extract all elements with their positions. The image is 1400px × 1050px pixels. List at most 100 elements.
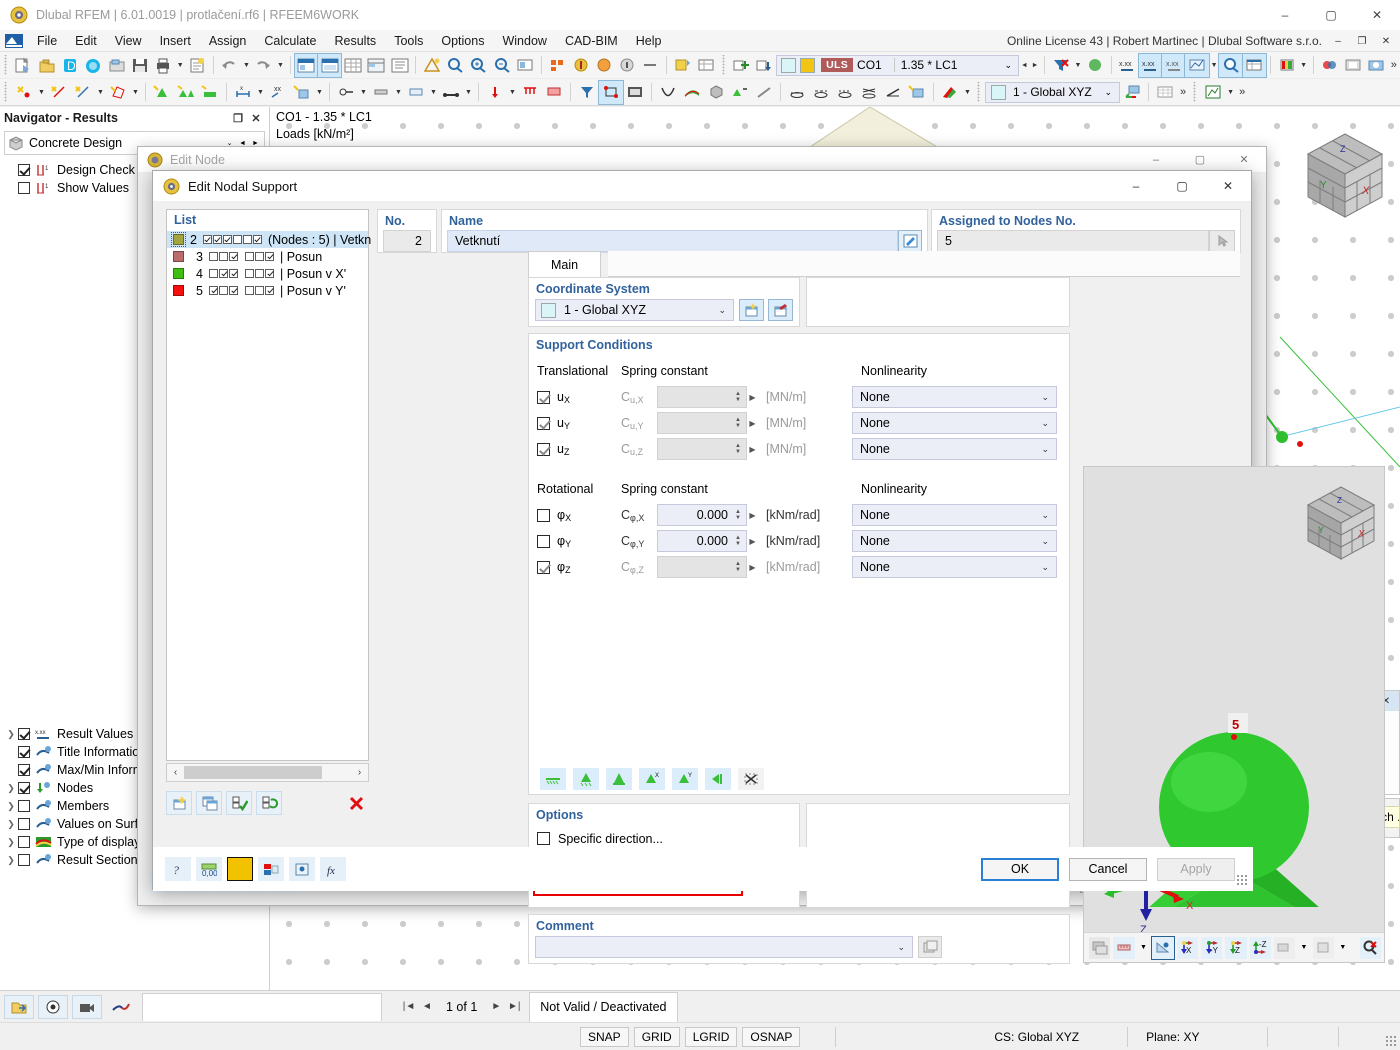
stress-diagram-icon[interactable]	[881, 81, 905, 104]
support-list-box[interactable]: List 2 (Nodes : 5) | Vetkn 3 | Posun 4 | Posu…	[166, 209, 371, 761]
navigator-item-checkbox[interactable]	[18, 800, 30, 812]
toolbar-grip-2[interactable]	[720, 55, 727, 75]
new-surface-caret[interactable]: ▼	[130, 81, 141, 104]
comment-input[interactable]: ⌄	[535, 936, 913, 958]
visibility-icon[interactable]	[38, 994, 68, 1019]
toolbar2-grip-2[interactable]	[976, 82, 982, 102]
filter-model-icon[interactable]	[575, 81, 599, 104]
mdi-minimize-button[interactable]: –	[1326, 31, 1350, 51]
color-spectrum-icon[interactable]	[680, 81, 704, 104]
dof-checkbox[interactable]	[537, 442, 550, 456]
expand-arrow-icon[interactable]: ❯	[4, 801, 18, 812]
dialog-color-swatch-button[interactable]	[227, 857, 253, 881]
comment-chevron[interactable]: ⌄	[897, 942, 910, 953]
spring-expand-arrow[interactable]: ▶	[747, 393, 758, 402]
cs-edit-icon[interactable]	[1120, 81, 1144, 104]
option-row[interactable]: Specific direction...	[529, 828, 799, 849]
coordinate-system-combo[interactable]: 1 - Global XYZ ⌄	[985, 81, 1120, 103]
load-case-combo[interactable]: ULS CO1 1.35 * LC1 ⌄	[776, 54, 1019, 76]
preview-view-negz-icon[interactable]: -Z	[1249, 936, 1271, 959]
navigator-item-checkbox[interactable]	[18, 164, 30, 176]
bottom-dock-tab[interactable]	[142, 992, 382, 1021]
expand-arrow-icon[interactable]: ❯	[4, 729, 18, 740]
navigator-close-icon[interactable]: ✕	[247, 109, 265, 127]
menu-item-file[interactable]: File	[28, 32, 66, 50]
menu-item-cad-bim[interactable]: CAD-BIM	[556, 32, 627, 50]
deformation-diagram-icon[interactable]	[857, 81, 881, 104]
spring-expand-arrow[interactable]: ▶	[747, 445, 758, 454]
delete-support-button[interactable]	[343, 791, 369, 815]
preview-zoom-reset-icon[interactable]	[1359, 936, 1381, 959]
xxx-values-on-icon[interactable]: x.xx	[1137, 52, 1164, 78]
result-line-icon[interactable]	[752, 81, 776, 104]
zoom-previous-icon[interactable]	[490, 54, 513, 77]
spinner-buttons[interactable]: ▲ ▼	[732, 531, 744, 551]
cs-combo-chevron[interactable]: ⌄	[1104, 87, 1116, 98]
toolbar2-grip-3[interactable]	[1192, 82, 1199, 102]
display-members-icon[interactable]	[598, 79, 624, 105]
nonlinearity-combo[interactable]: None ⌄	[852, 438, 1057, 460]
support-list-item[interactable]: 3 | Posun	[167, 248, 368, 265]
surface-release-caret[interactable]: ▼	[428, 81, 439, 104]
window-minimize-button[interactable]: –	[1262, 0, 1308, 30]
menu-item-edit[interactable]: Edit	[66, 32, 106, 50]
result-table-caret[interactable]: ▼	[1225, 81, 1236, 104]
node-load-icon[interactable]	[483, 81, 507, 104]
line-hinge-caret[interactable]: ▼	[393, 81, 404, 104]
loadcase-combo-chevron[interactable]: ⌄	[1004, 60, 1016, 71]
print-icon[interactable]	[152, 54, 175, 77]
spinner-buttons[interactable]: ▲ ▼	[732, 557, 744, 577]
loadcase-next-button[interactable]: ►	[1030, 54, 1041, 77]
status-toggle-grid[interactable]: GRID	[633, 1026, 680, 1047]
status-toggle-osnap[interactable]: OSNAP	[742, 1026, 801, 1047]
expand-arrow-icon[interactable]: ❯	[4, 837, 18, 848]
navigator-item-checkbox[interactable]	[18, 764, 30, 776]
spring-expand-arrow[interactable]: ▶	[747, 419, 758, 428]
navigator-item-checkbox[interactable]	[18, 728, 30, 740]
spring-expand-arrow[interactable]: ▶	[747, 563, 758, 572]
support-free-icon[interactable]	[540, 768, 566, 790]
select-all-icon[interactable]	[226, 791, 252, 815]
navigator-item-checkbox[interactable]	[18, 182, 30, 194]
support-fixed-icon[interactable]	[606, 768, 632, 790]
hscroll-thumb[interactable]	[184, 766, 322, 779]
window-maximize-button[interactable]: ▢	[1308, 0, 1354, 30]
toolbar1-overflow[interactable]: »	[1388, 59, 1400, 71]
hscroll-right-arrow[interactable]: ›	[351, 767, 368, 778]
clear-filter-icon[interactable]	[1049, 54, 1072, 77]
nonlinearity-chevron[interactable]: ⌄	[1041, 392, 1054, 403]
tab-main[interactable]: Main	[528, 251, 602, 277]
camera-icon[interactable]	[72, 994, 102, 1019]
undo-dropdown-caret[interactable]: ▼	[241, 54, 252, 77]
nonlinearity-chevron[interactable]: ⌄	[1041, 536, 1054, 547]
preview-ruler-icon[interactable]	[1113, 936, 1135, 959]
animation-icon[interactable]	[623, 81, 647, 104]
menu-item-assign[interactable]: Assign	[200, 32, 256, 50]
spring-constant-input[interactable]: 0.000 ▲ ▼	[657, 504, 747, 526]
dlubal-cloud-icon[interactable]: D	[58, 54, 81, 77]
copy-support-icon[interactable]	[196, 791, 222, 815]
color-palette-icon[interactable]	[938, 81, 962, 104]
nonlinearity-combo[interactable]: None ⌄	[852, 504, 1057, 526]
preview-view-x-icon[interactable]: X	[1176, 936, 1198, 959]
line-hinge-icon[interactable]	[369, 81, 393, 104]
mdi-restore-button[interactable]: ❐	[1350, 31, 1374, 51]
new-coordinate-system-icon[interactable]	[739, 299, 764, 321]
new-line-icon[interactable]	[47, 81, 71, 104]
support-list-hscrollbar[interactable]: ‹ ›	[166, 763, 369, 782]
nonlinearity-combo[interactable]: None ⌄	[852, 556, 1057, 578]
nonlinearity-combo[interactable]: None ⌄	[852, 530, 1057, 552]
color-scale-caret[interactable]: ▼	[1298, 54, 1309, 77]
option-checkbox[interactable]	[537, 832, 550, 845]
menu-item-help[interactable]: Help	[627, 32, 671, 50]
dialog-units-icon[interactable]: 0,00	[196, 857, 222, 881]
preview-print-icon[interactable]	[1089, 936, 1111, 959]
support-list-item[interactable]: 4 | Posun v X'	[167, 265, 368, 282]
status-toggle-lgrid[interactable]: LGRID	[684, 1026, 738, 1047]
navigator-item-checkbox[interactable]	[18, 746, 30, 758]
support-hinged-icon[interactable]	[573, 768, 599, 790]
nonlinearity-chevron[interactable]: ⌄	[1041, 418, 1054, 429]
show-loads-icon[interactable]	[569, 54, 592, 77]
preview-layer-icon[interactable]	[1273, 936, 1296, 959]
node-load-caret[interactable]: ▼	[507, 81, 518, 104]
